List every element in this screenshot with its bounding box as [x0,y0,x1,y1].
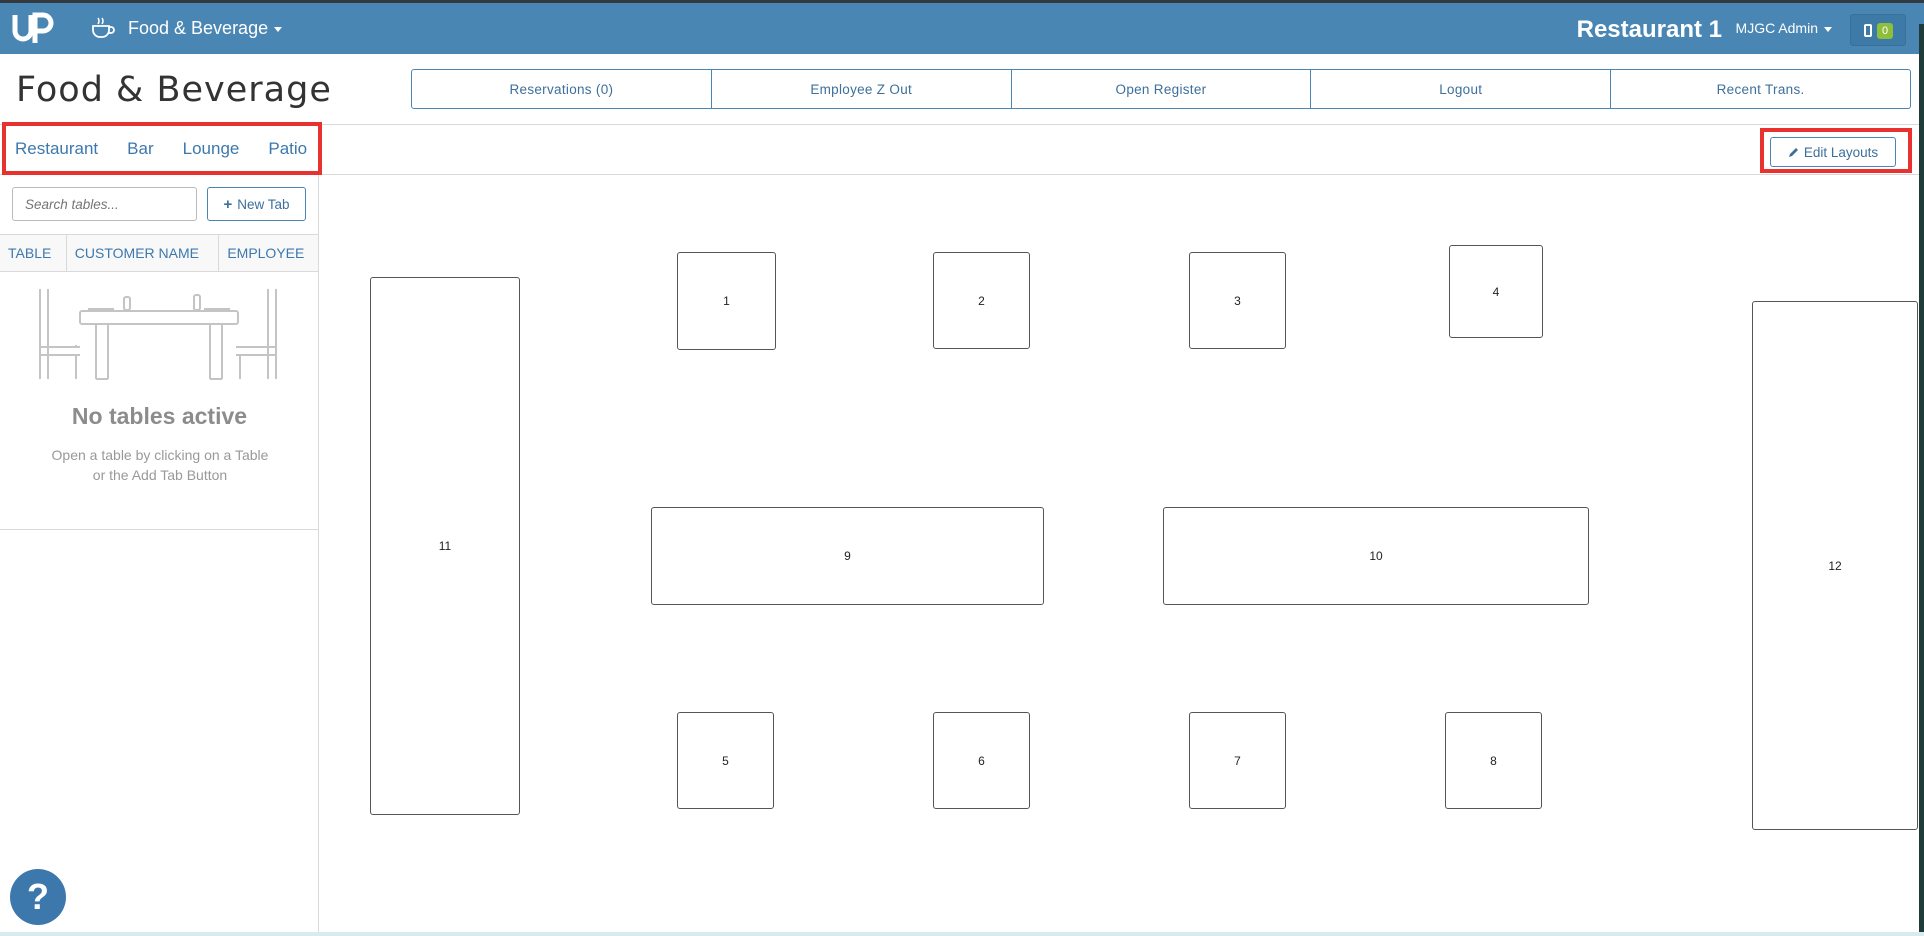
table-5[interactable]: 5 [677,712,774,809]
table-3[interactable]: 3 [1189,252,1286,349]
empty-state-description: Open a table by clicking on a Table or t… [40,445,280,485]
tab-restaurant[interactable]: Restaurant [15,139,98,159]
caret-down-icon [274,26,283,32]
tab-lounge[interactable]: Lounge [183,139,240,159]
table-10[interactable]: 10 [1163,507,1589,605]
top-navbar: Food & Beverage Restaurant 1 MJGC Admin … [0,0,1924,54]
empty-state-title: No tables active [71,403,248,429]
area-tabs-bar: Restaurant Bar Lounge Patio Edit Layouts [0,122,1919,175]
table-9[interactable]: 9 [651,507,1044,605]
new-tab-label: New Tab [237,196,290,212]
tab-bar[interactable]: Bar [127,139,153,159]
open-register-button[interactable]: Open Register [1011,69,1312,109]
up-logo[interactable] [12,11,56,47]
table-header: TABLE CUSTOMER NAME EMPLOYEE [0,235,318,272]
table-1[interactable]: 1 [677,252,776,350]
coffee-cup-icon [90,16,116,40]
table-7[interactable]: 7 [1189,712,1286,809]
venue-name: Restaurant 1 [1576,16,1722,43]
module-switcher[interactable]: Food & Beverage [128,18,283,39]
employee-z-out-button[interactable]: Employee Z Out [711,69,1012,109]
module-title: Food & Beverage [128,18,269,38]
plus-icon: + [223,195,233,213]
table-6[interactable]: 6 [933,712,1030,809]
table-8[interactable]: 8 [1445,712,1542,809]
column-header-table[interactable]: TABLE [0,235,67,271]
edit-layouts-label: Edit Layouts [1803,144,1879,160]
edit-layouts-button[interactable]: Edit Layouts [1770,137,1896,167]
user-name: MJGC Admin [1735,20,1818,36]
floor-layout: 1 2 3 4 5 6 7 8 9 10 11 12 [320,176,1919,936]
mobile-phone-icon [1864,24,1872,37]
empty-dining-table-illustration [38,287,280,387]
reservations-button[interactable]: Reservations (0) [411,69,712,109]
table-12[interactable]: 12 [1752,301,1918,830]
edit-layouts-highlight: Edit Layouts [1760,128,1912,173]
device-button[interactable]: 0 [1850,14,1906,46]
window-edge [1919,24,1924,936]
action-button-group: Reservations (0) Employee Z Out Open Reg… [411,69,1911,109]
user-menu[interactable]: MJGC Admin [1736,20,1832,36]
area-tabs-highlight: Restaurant Bar Lounge Patio [2,122,322,175]
recent-transactions-button[interactable]: Recent Trans. [1611,69,1911,109]
search-tables-input[interactable] [12,187,197,221]
device-count-badge: 0 [1877,23,1893,39]
bottom-edge [0,932,1924,936]
empty-state-line-2: or the Add Tab Button [92,467,228,483]
table-11[interactable]: 11 [370,277,520,815]
open-tables-list: TABLE CUSTOMER NAME EMPLOYEE No tables a… [0,234,319,530]
help-button[interactable]: ? [10,869,66,925]
pencil-icon [1788,147,1798,157]
logout-button[interactable]: Logout [1311,69,1612,109]
page-title: Food & Beverage [16,70,332,110]
tab-patio[interactable]: Patio [268,139,307,159]
column-header-employee[interactable]: EMPLOYEE [219,235,318,271]
open-tables-sidebar: + New Tab TABLE CUSTOMER NAME EMPLOYEE N… [0,175,319,936]
column-header-customer-name[interactable]: CUSTOMER NAME [67,235,220,271]
caret-down-icon [1824,26,1832,32]
table-4[interactable]: 4 [1449,245,1543,338]
empty-state-line-1: Open a table by clicking on a Table [51,447,269,463]
new-tab-button[interactable]: + New Tab [207,187,306,221]
table-2[interactable]: 2 [933,252,1030,349]
